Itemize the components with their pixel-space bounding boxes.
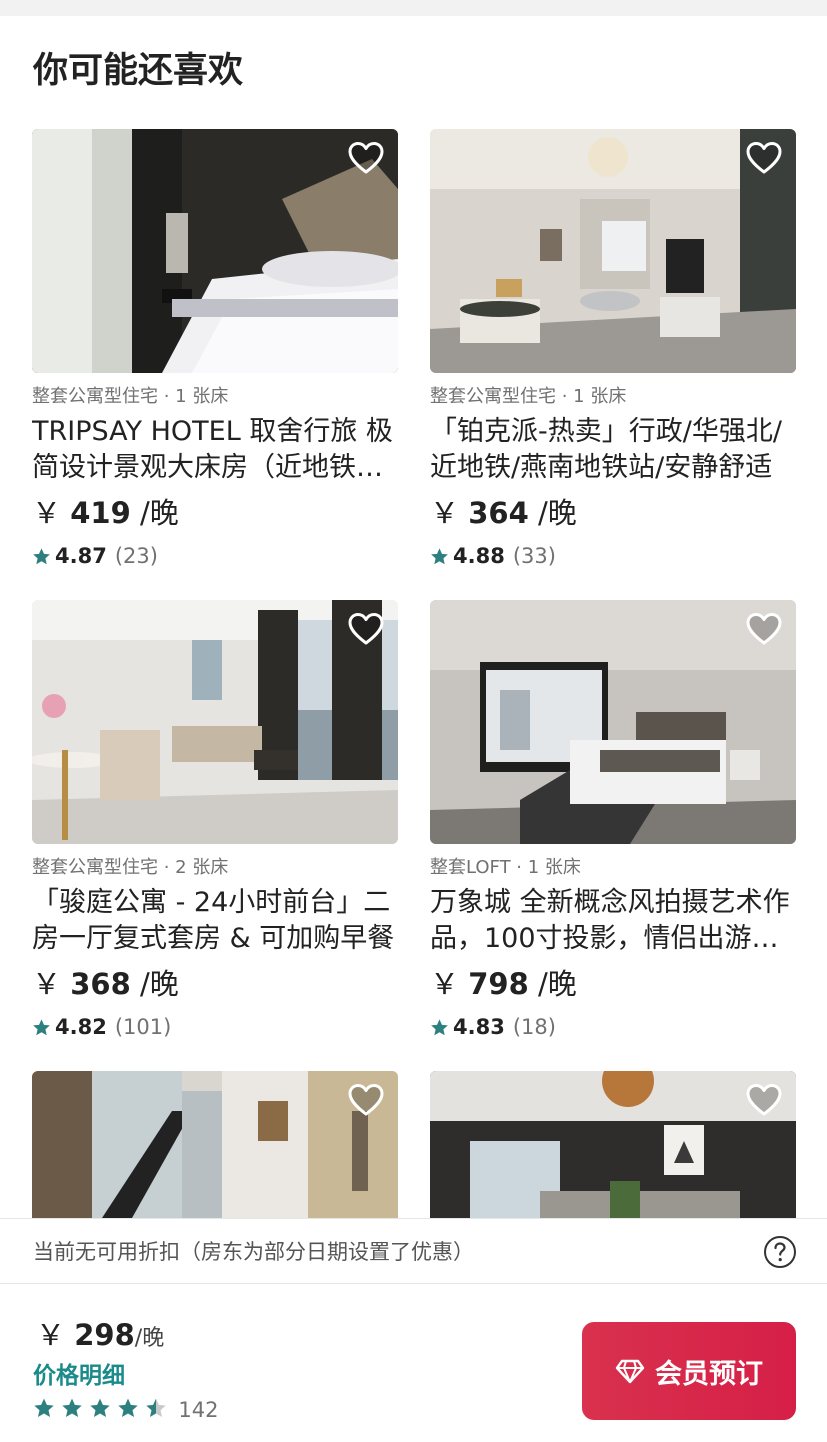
- member-booking-label: 会员预订: [655, 1358, 763, 1390]
- star-icon: [33, 1018, 50, 1035]
- favorite-heart-icon[interactable]: [348, 612, 384, 646]
- listing-price: ￥ 368 /晚: [32, 965, 398, 1003]
- section-title: 你可能还喜欢: [33, 51, 244, 91]
- star-icon: [62, 1398, 82, 1418]
- discount-notice-bar: 当前无可用折扣（房东为部分日期设置了优惠）: [0, 1218, 827, 1284]
- favorite-heart-icon[interactable]: [746, 1083, 782, 1117]
- favorite-heart-icon[interactable]: [746, 141, 782, 175]
- listing-card[interactable]: [430, 1071, 796, 1218]
- listing-type: 整套LOFT · 1 张床: [430, 857, 581, 878]
- price-unit: /晚: [130, 496, 179, 530]
- rating-stars: [33, 1397, 168, 1423]
- listing-photo[interactable]: [430, 600, 796, 844]
- review-count: (23): [114, 544, 158, 568]
- booking-price: ￥ 298/晚: [36, 1315, 164, 1359]
- listing-type: 整套公寓型住宅 · 2 张床: [32, 857, 229, 878]
- listing-card[interactable]: 整套LOFT · 1 张床 万象城 全新概念风拍摄艺术作品，100寸投影，情侣出…: [430, 600, 796, 1041]
- listing-title[interactable]: 「铂克派-热卖」行政/华强北/近地铁/燕南地铁站/安静舒适: [430, 414, 796, 486]
- rating-score: 4.82: [55, 1015, 107, 1039]
- review-count: 142: [178, 1398, 219, 1422]
- listing-card[interactable]: 整套公寓型住宅 · 2 张床 「骏庭公寓 - 24小时前台」二房一厅复式套房 &…: [32, 600, 398, 1041]
- listing-card[interactable]: 整套公寓型住宅 · 1 张床 「铂克派-热卖」行政/华强北/近地铁/燕南地铁站/…: [430, 129, 796, 570]
- bedroom-photo: [32, 129, 398, 373]
- star-icon: [90, 1398, 110, 1418]
- price-amount: 368: [70, 967, 131, 1001]
- diamond-icon: [615, 1359, 645, 1384]
- listing-rating: 4.82 (101): [32, 1013, 398, 1041]
- rating-score: 4.87: [55, 544, 107, 568]
- member-booking-button[interactable]: 会员预订: [582, 1322, 796, 1420]
- apartment-photo: [32, 600, 398, 844]
- price-unit: /晚: [528, 967, 577, 1001]
- favorite-heart-icon[interactable]: [746, 612, 782, 646]
- listing-card[interactable]: [32, 1071, 398, 1218]
- rating-score: 4.88: [453, 544, 505, 568]
- star-icon: [118, 1398, 138, 1418]
- listing-card[interactable]: 整套公寓型住宅 · 1 张床 TRIPSAY HOTEL 取舍行旅 极简设计景观…: [32, 129, 398, 570]
- listing-title[interactable]: 万象城 全新概念风拍摄艺术作品，100寸投影，情侣出游首选: [430, 885, 796, 957]
- dark-bedroom-photo: [430, 1071, 796, 1218]
- half-star-icon: [146, 1398, 167, 1418]
- star-icon: [33, 547, 50, 564]
- listing-rating: 4.87 (23): [32, 542, 398, 570]
- currency-symbol: ￥: [430, 496, 460, 530]
- listing-photo[interactable]: [32, 600, 398, 844]
- price-amount: 364: [468, 496, 529, 530]
- currency-symbol: ￥: [36, 1318, 66, 1352]
- listing-rating: 4.83 (18): [430, 1013, 796, 1041]
- currency-symbol: ￥: [32, 967, 62, 1001]
- listing-photo[interactable]: [430, 129, 796, 373]
- listing-photo[interactable]: [32, 129, 398, 373]
- price-amount: 798: [468, 967, 529, 1001]
- currency-symbol: ￥: [430, 967, 460, 1001]
- favorite-heart-icon[interactable]: [348, 1083, 384, 1117]
- discount-text: 当前无可用折扣（房东为部分日期设置了优惠）: [33, 1240, 474, 1264]
- listing-photo[interactable]: [32, 1071, 398, 1218]
- currency-symbol: ￥: [32, 496, 62, 530]
- price-amount: 419: [70, 496, 131, 530]
- listing-rating: 4.88 (33): [430, 542, 796, 570]
- loft-stairs-photo: [32, 1071, 398, 1218]
- star-icon: [431, 547, 448, 564]
- review-count: (33): [512, 544, 556, 568]
- price-details-link[interactable]: 价格明细: [33, 1361, 125, 1391]
- review-count: (18): [512, 1015, 556, 1039]
- review-count: (101): [114, 1015, 172, 1039]
- listing-price: ￥ 419 /晚: [32, 494, 398, 532]
- listing-price: ￥ 798 /晚: [430, 965, 796, 1003]
- living-room-photo: [430, 129, 796, 373]
- top-strip: [0, 0, 827, 16]
- favorite-heart-icon[interactable]: [348, 141, 384, 175]
- rating-score: 4.83: [453, 1015, 505, 1039]
- loft-bedroom-photo: [430, 600, 796, 844]
- price-unit: /晚: [130, 967, 179, 1001]
- price-unit: /晚: [528, 496, 577, 530]
- booking-rating: 142: [33, 1397, 218, 1423]
- listing-title[interactable]: 「骏庭公寓 - 24小时前台」二房一厅复式套房 & 可加购早餐: [32, 885, 398, 957]
- price-unit: /晚: [134, 1326, 165, 1351]
- question-circle-icon[interactable]: [763, 1235, 797, 1269]
- listing-title[interactable]: TRIPSAY HOTEL 取舍行旅 极简设计景观大床房（近地铁站）: [32, 414, 398, 486]
- price-amount: 298: [74, 1318, 135, 1352]
- star-icon: [431, 1018, 448, 1035]
- listing-type: 整套公寓型住宅 · 1 张床: [430, 386, 627, 407]
- listing-price: ￥ 364 /晚: [430, 494, 796, 532]
- booking-bar: ￥ 298/晚 价格明细 142 会员预订: [0, 1285, 827, 1442]
- listing-photo[interactable]: [430, 1071, 796, 1218]
- listing-type: 整套公寓型住宅 · 1 张床: [32, 386, 229, 407]
- star-icon: [34, 1398, 54, 1418]
